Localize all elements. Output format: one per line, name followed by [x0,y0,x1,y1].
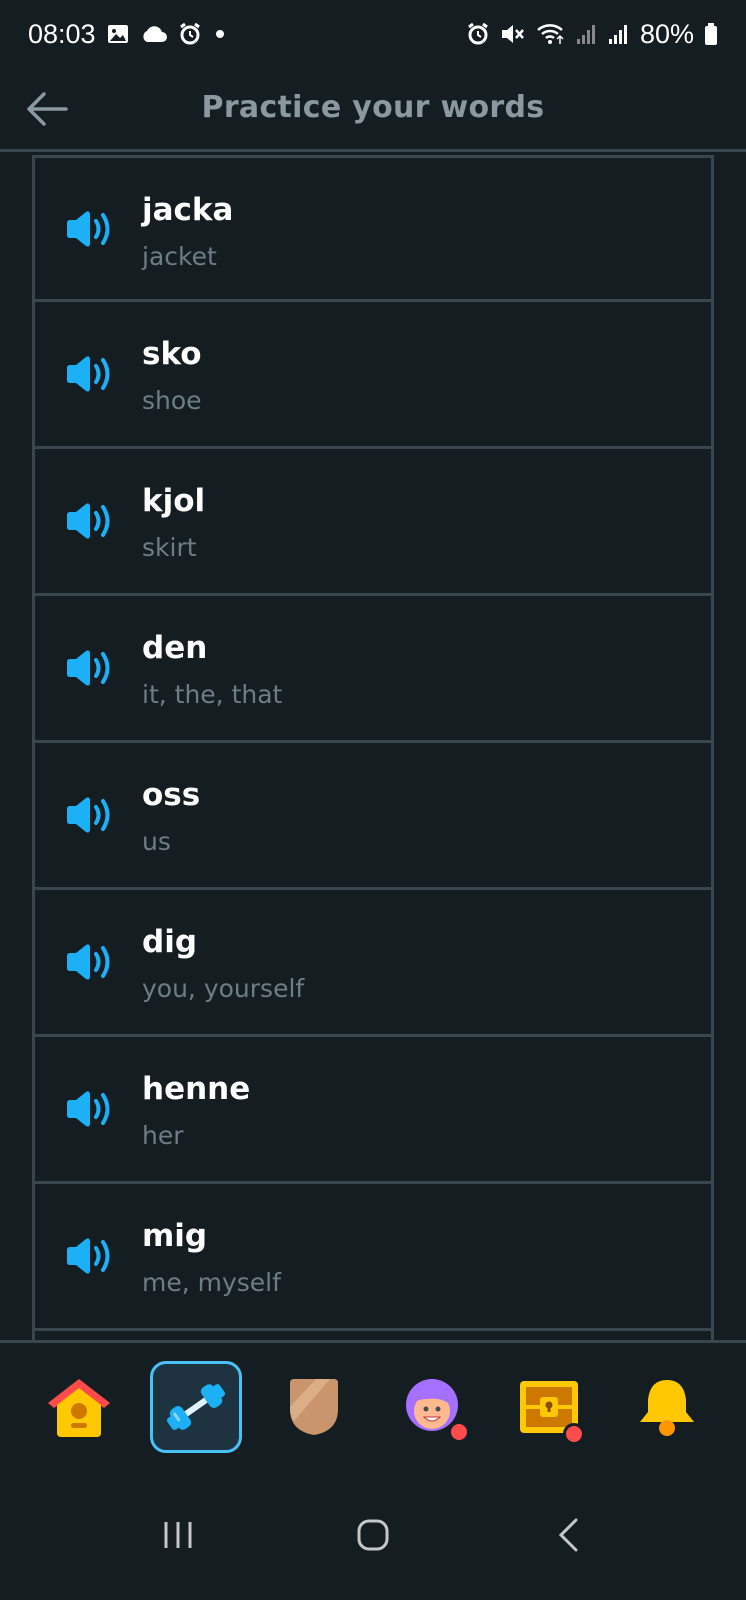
word-row[interactable]: oss us [35,743,711,890]
battery-icon [704,22,718,46]
word-row[interactable]: henne her [35,1037,711,1184]
speaker-icon [67,1091,110,1127]
speaker-button[interactable] [63,209,115,249]
speaker-button[interactable] [63,1089,115,1129]
speaker-button[interactable] [63,648,115,688]
word-translation: it, the, that [142,680,283,709]
word-row[interactable]: mig me, myself [35,1184,711,1331]
word-text: den [142,630,208,666]
league-shield-icon [290,1378,339,1435]
word-translation: me, myself [142,1268,281,1297]
recent-apps-button[interactable] [148,1505,208,1565]
word-text: oss [142,777,201,813]
word-row[interactable]: jacka jacket [35,155,711,302]
profile-notification-dot [447,1420,470,1443]
back-system-button[interactable] [538,1505,598,1565]
wifi-icon [536,22,566,46]
word-translation: skirt [142,533,197,562]
word-translation: jacket [142,242,217,271]
nav-profile[interactable] [386,1361,478,1453]
status-bar: 08:03 80% [0,0,746,68]
speaker-icon [67,503,110,539]
practice-dumbbell-icon [167,1383,226,1430]
nav-practice[interactable] [150,1360,243,1453]
cloud-icon [140,24,168,44]
word-text: kjol [142,483,206,519]
signal-icon [576,23,598,45]
speaker-button[interactable] [63,795,115,835]
word-translation: you, yourself [142,974,305,1003]
recent-apps-icon [164,1522,192,1548]
dot-icon [212,26,228,42]
signal-icon [608,23,630,45]
home-button[interactable] [343,1505,403,1565]
word-translation: shoe [142,386,202,415]
alarm-icon [466,22,490,46]
nav-home[interactable] [33,1361,125,1453]
word-row[interactable]: dig you, yourself [35,890,711,1037]
word-text: mig [142,1218,208,1254]
bottom-nav [0,1340,746,1470]
word-text: dig [142,924,198,960]
gallery-icon [106,22,130,46]
shop-notification-dot [563,1422,586,1445]
speaker-icon [67,944,110,980]
status-time: 08:03 [28,18,96,49]
nav-leagues[interactable] [268,1361,360,1453]
word-text: jacka [142,192,234,228]
status-right: 80% [466,19,718,50]
word-translation: her [142,1121,184,1150]
word-text: henne [142,1071,251,1107]
mute-icon [500,22,526,46]
speaker-icon [67,210,110,247]
word-list[interactable]: jacka jacket sko shoe kjol skirt den it,… [32,155,714,1340]
system-nav-bar [0,1470,746,1600]
speaker-icon [67,650,110,686]
header: Practice your words [0,68,746,152]
speaker-icon [67,356,110,392]
word-row[interactable]: sko shoe [35,302,711,449]
word-row[interactable]: den it, the, that [35,596,711,743]
word-translation: us [142,827,171,856]
speaker-icon [67,1238,110,1274]
page-title: Practice your words [201,90,545,125]
status-left: 08:03 [28,19,228,50]
nav-notifications[interactable] [621,1361,713,1453]
nav-shop[interactable] [503,1361,595,1453]
home-icon [47,1378,110,1437]
speaker-button[interactable] [63,501,115,541]
chevron-left-icon [559,1518,578,1552]
speaker-button[interactable] [63,1236,115,1276]
home-circle-icon [357,1519,389,1551]
battery-percent: 80% [639,18,694,49]
word-text: sko [142,336,202,372]
word-row[interactable]: kjol skirt [35,449,711,596]
alarm-icon [178,22,202,46]
speaker-icon [67,797,110,833]
notifications-bell-icon [640,1379,695,1436]
speaker-button[interactable] [63,942,115,982]
speaker-button[interactable] [63,354,115,394]
